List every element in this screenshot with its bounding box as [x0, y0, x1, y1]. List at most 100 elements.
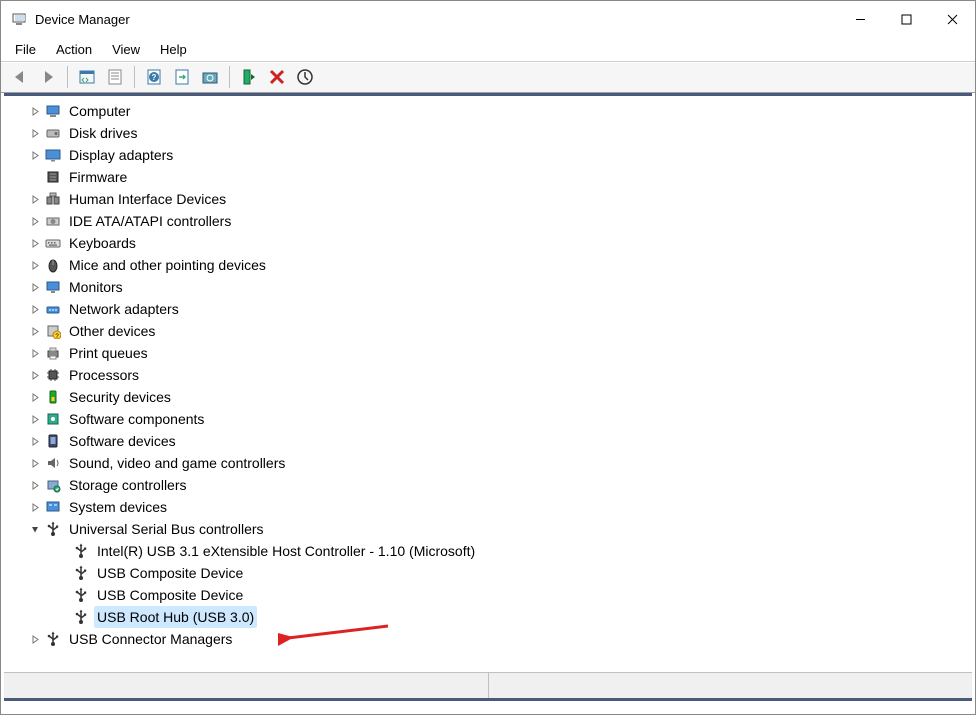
tree-node[interactable]: Monitors: [4, 276, 972, 298]
expander-closed-icon[interactable]: [28, 214, 42, 228]
tree-node[interactable]: USB Composite Device: [4, 584, 972, 606]
tree-node-label: Storage controllers: [66, 474, 190, 496]
close-button[interactable]: [929, 1, 975, 37]
back-button[interactable]: [7, 64, 33, 90]
expander-closed-icon[interactable]: [28, 258, 42, 272]
expander-open-icon[interactable]: [28, 522, 42, 536]
titlebar: Device Manager: [1, 1, 975, 37]
usb-icon: [72, 542, 90, 560]
toolbar: ?: [1, 61, 975, 93]
usb-icon: [72, 608, 90, 626]
tree-node[interactable]: Print queues: [4, 342, 972, 364]
statusbar: [4, 672, 972, 698]
menu-action[interactable]: Action: [56, 42, 92, 57]
expander-closed-icon[interactable]: [28, 434, 42, 448]
expander-closed-icon[interactable]: [28, 104, 42, 118]
tree-node[interactable]: Keyboards: [4, 232, 972, 254]
menu-view[interactable]: View: [112, 42, 140, 57]
expander-closed-icon[interactable]: [28, 236, 42, 250]
tree-node[interactable]: USB Composite Device: [4, 562, 972, 584]
tree-node-label: Security devices: [66, 386, 174, 408]
expander-none: [28, 170, 42, 184]
disk-icon: [44, 124, 62, 142]
expander-closed-icon[interactable]: [28, 412, 42, 426]
menu-help[interactable]: Help: [160, 42, 187, 57]
tree-node-label: Print queues: [66, 342, 151, 364]
expander-closed-icon[interactable]: [28, 346, 42, 360]
tree-node[interactable]: Software components: [4, 408, 972, 430]
tree-node-label: Sound, video and game controllers: [66, 452, 288, 474]
expander-closed-icon[interactable]: [28, 126, 42, 140]
scan-button[interactable]: [169, 64, 195, 90]
tree-node[interactable]: Human Interface Devices: [4, 188, 972, 210]
menu-file[interactable]: File: [15, 42, 36, 57]
tree-node-label: Keyboards: [66, 232, 139, 254]
cpu-icon: [44, 366, 62, 384]
tree-node[interactable]: USB Connector Managers: [4, 628, 972, 650]
toolbar-separator: [134, 66, 135, 88]
mouse-icon: [44, 256, 62, 274]
expander-closed-icon[interactable]: [28, 192, 42, 206]
enable-button[interactable]: [236, 64, 262, 90]
help-button[interactable]: ?: [141, 64, 167, 90]
tree-node[interactable]: Processors: [4, 364, 972, 386]
tree-node[interactable]: Firmware: [4, 166, 972, 188]
expander-closed-icon[interactable]: [28, 302, 42, 316]
expander-closed-icon[interactable]: [28, 456, 42, 470]
storage-icon: [44, 476, 62, 494]
expander-closed-icon[interactable]: [28, 368, 42, 382]
tree-node-label: USB Connector Managers: [66, 628, 235, 650]
expander-closed-icon[interactable]: [28, 478, 42, 492]
tree-node-label: Firmware: [66, 166, 130, 188]
tree-scroll-area[interactable]: ComputerDisk drivesDisplay adaptersFirmw…: [4, 96, 972, 668]
tree-node-label: Software devices: [66, 430, 179, 452]
system-icon: [44, 498, 62, 516]
tree-node[interactable]: USB Root Hub (USB 3.0): [4, 606, 972, 628]
maximize-button[interactable]: [883, 1, 929, 37]
properties-button[interactable]: [102, 64, 128, 90]
device-tree: ComputerDisk drivesDisplay adaptersFirmw…: [4, 96, 972, 654]
ide-icon: [44, 212, 62, 230]
tree-node[interactable]: Sound, video and game controllers: [4, 452, 972, 474]
tree-node[interactable]: Computer: [4, 100, 972, 122]
tree-node[interactable]: Display adapters: [4, 144, 972, 166]
tree-node[interactable]: Mice and other pointing devices: [4, 254, 972, 276]
scan-hardware-button[interactable]: [292, 64, 318, 90]
tree-node-label: Mice and other pointing devices: [66, 254, 269, 276]
uninstall-button[interactable]: [264, 64, 290, 90]
expander-closed-icon[interactable]: [28, 500, 42, 514]
other-icon: ?: [44, 322, 62, 340]
tree-node[interactable]: Disk drives: [4, 122, 972, 144]
tree-node-label: System devices: [66, 496, 170, 518]
tree-node-label: Disk drives: [66, 122, 140, 144]
tree-node[interactable]: Security devices: [4, 386, 972, 408]
security-icon: [44, 388, 62, 406]
expander-closed-icon[interactable]: [28, 148, 42, 162]
toolbar-separator: [67, 66, 68, 88]
tree-node-label: Human Interface Devices: [66, 188, 229, 210]
expander-closed-icon[interactable]: [28, 390, 42, 404]
update-driver-button[interactable]: [197, 64, 223, 90]
expander-none: [56, 544, 70, 558]
tree-node-label: Software components: [66, 408, 207, 430]
tree-node-label: IDE ATA/ATAPI controllers: [66, 210, 234, 232]
tree-node[interactable]: Universal Serial Bus controllers: [4, 518, 972, 540]
menubar: File Action View Help: [1, 37, 975, 61]
expander-closed-icon[interactable]: [28, 280, 42, 294]
usb-icon: [72, 586, 90, 604]
tree-node[interactable]: Network adapters: [4, 298, 972, 320]
tree-node-label: USB Root Hub (USB 3.0): [94, 606, 257, 628]
minimize-button[interactable]: [837, 1, 883, 37]
tree-node-label: Intel(R) USB 3.1 eXtensible Host Control…: [94, 540, 478, 562]
tree-node[interactable]: Software devices: [4, 430, 972, 452]
tree-node-label: Computer: [66, 100, 133, 122]
expander-closed-icon[interactable]: [28, 632, 42, 646]
tree-node[interactable]: System devices: [4, 496, 972, 518]
tree-node[interactable]: IDE ATA/ATAPI controllers: [4, 210, 972, 232]
show-hide-tree-button[interactable]: [74, 64, 100, 90]
tree-node[interactable]: Storage controllers: [4, 474, 972, 496]
tree-node[interactable]: Intel(R) USB 3.1 eXtensible Host Control…: [4, 540, 972, 562]
expander-closed-icon[interactable]: [28, 324, 42, 338]
tree-node[interactable]: ?Other devices: [4, 320, 972, 342]
forward-button[interactable]: [35, 64, 61, 90]
